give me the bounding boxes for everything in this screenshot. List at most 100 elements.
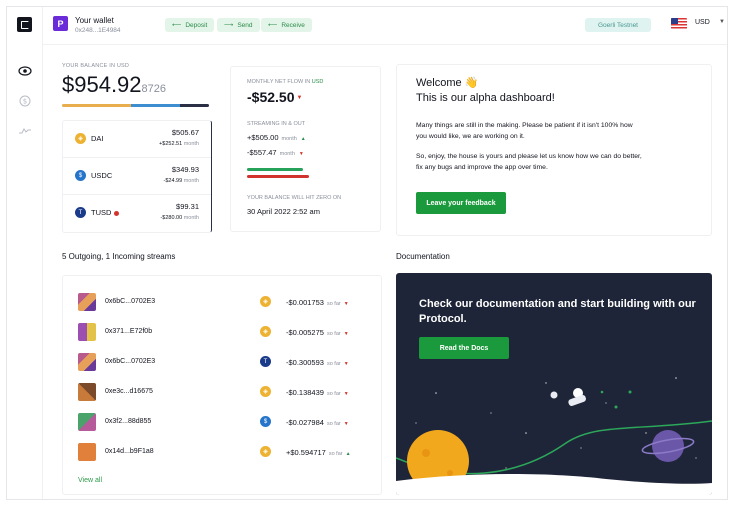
activity-icon[interactable]: [17, 123, 33, 139]
token-name-text: TUSD: [91, 208, 112, 217]
stream-amount-value: +$0.594717: [286, 448, 326, 457]
chevron-down-icon[interactable]: ▼: [719, 19, 725, 25]
dai-icon: ◈: [75, 133, 86, 144]
stream-amount-value: -$0.138439: [286, 388, 324, 397]
token-row[interactable]: $ USDC $349.93 -$24.99 month: [63, 158, 211, 195]
stream-amount-value: -$0.300593: [286, 358, 324, 367]
receive-button[interactable]: ⟵ Receive: [261, 18, 312, 32]
so-far-label: so far: [326, 361, 341, 367]
zero-balance-label: YOUR BALANCE WILL HIT ZERO ON: [247, 195, 342, 201]
balance-fraction: 8726: [141, 83, 167, 95]
streams-title: 5 Outgoing, 1 Incoming streams: [62, 252, 176, 261]
currency-selector[interactable]: USD: [695, 19, 710, 26]
docs-card: Check our documentation and start buildi…: [396, 273, 712, 495]
address-avatar: [78, 353, 96, 371]
arrow-left-icon: ⟵: [172, 22, 182, 29]
stream-amount: -$0.300593 so far ▼: [286, 358, 349, 367]
deposit-button[interactable]: ⟵ Deposit: [165, 18, 215, 32]
stream-in-amount: +$505.00: [247, 133, 279, 142]
stream-address: 0x14d...b9F1a8: [105, 448, 154, 455]
token-row[interactable]: ◈ DAI $505.67 +$252.51 month: [63, 121, 211, 158]
wallet-address: 0x248...1E4984: [75, 27, 121, 34]
token-flow: -$24.99 month: [164, 178, 199, 184]
stream-amount: -$0.138439 so far ▼: [286, 388, 349, 397]
down-arrow-icon: ▼: [298, 151, 304, 157]
token-value: $505.67: [171, 128, 199, 137]
so-far-label: so far: [326, 331, 341, 337]
stream-in-unit: month: [281, 136, 297, 142]
send-button[interactable]: ⟶ Send: [217, 18, 260, 32]
stream-row[interactable]: 0x14d...b9F1a8 ◈ +$0.594717 so far ▲: [63, 440, 381, 470]
token-flow-unit: month: [183, 215, 199, 221]
dai-icon: ◈: [260, 326, 271, 337]
superfluid-logo-icon[interactable]: [17, 17, 32, 32]
down-arrow-icon: ▼: [296, 95, 303, 102]
stream-amount-value: -$0.027984: [286, 418, 324, 427]
address-avatar: [78, 293, 96, 311]
send-label: Send: [237, 21, 253, 29]
streams-list: 0x6bC...0702E3 ◈ -$0.001753 so far ▼ 0x371…: [62, 275, 382, 495]
net-flow-currency: USD: [311, 79, 324, 85]
stream-amount: -$0.005275 so far ▼: [286, 328, 349, 337]
view-all-link[interactable]: View all: [78, 477, 102, 484]
token-flow: +$252.51 month: [159, 141, 199, 147]
balance-main: $954.92: [62, 72, 142, 97]
top-bar: P Your wallet 0x248...1E4984 ▼ ⟵ Deposit…: [43, 7, 727, 45]
stream-amount: +$0.594717 so far ▲: [286, 448, 351, 457]
so-far-label: so far: [326, 391, 341, 397]
token-flow-amount: +$252.51: [159, 141, 183, 147]
token-name: TUSD: [91, 208, 120, 217]
token-name: USDC: [91, 171, 113, 180]
stream-out-value: -$557.47 month ▼: [247, 148, 304, 157]
stream-amount-value: -$0.005275: [286, 328, 324, 337]
net-flow-amount: -$52.50: [247, 89, 295, 105]
warning-dot-icon: [114, 210, 120, 216]
eye-icon[interactable]: [17, 63, 33, 79]
sidebar: $: [7, 7, 43, 499]
so-far-label: so far: [328, 451, 343, 457]
welcome-card: Welcome 👋 This is our alpha dashboard! M…: [396, 64, 712, 236]
welcome-title-line2: This is our alpha dashboard!: [416, 92, 555, 104]
token-value: $349.93: [171, 165, 199, 174]
leave-feedback-button[interactable]: Leave your feedback: [416, 192, 506, 214]
balance-label: YOUR BALANCE IN USD: [62, 63, 130, 69]
deposit-label: Deposit: [185, 21, 208, 29]
welcome-title: Welcome 👋 This is our alpha dashboard!: [416, 76, 555, 106]
stream-row[interactable]: 0x3f2...88d855 $ -$0.027984 so far ▼: [63, 410, 381, 440]
read-the-docs-button[interactable]: Read the Docs: [419, 337, 509, 359]
token-row[interactable]: T TUSD $99.31 -$280.00 month: [63, 195, 211, 232]
stream-row[interactable]: 0x371...E72f0b ◈ -$0.005275 so far ▼: [63, 320, 381, 350]
wallet-title[interactable]: Your wallet: [75, 16, 114, 25]
stream-amount: -$0.027984 so far ▼: [286, 418, 349, 427]
streaming-label: STREAMING IN & OUT: [247, 121, 306, 127]
receive-label: Receive: [281, 21, 305, 29]
stream-address: 0xe3c...d16675: [105, 388, 153, 395]
stream-in-value: +$505.00 month ▲: [247, 133, 306, 142]
stream-address: 0x3f2...88d855: [105, 418, 152, 425]
net-flow-card: MONTHLY NET FLOW IN USD -$52.50 ▼ STREAMI…: [230, 66, 381, 232]
stream-row[interactable]: 0xe3c...d16675 ◈ -$0.138439 so far ▼: [63, 380, 381, 410]
welcome-paragraph: So, enjoy, the house is yours and please…: [416, 153, 642, 171]
down-arrow-icon: ▼: [343, 361, 349, 367]
wallet-avatar[interactable]: P: [53, 16, 68, 31]
arrow-left-icon: ⟵: [268, 22, 278, 29]
balance-bar-tusd: [179, 104, 209, 107]
down-arrow-icon: ▼: [343, 331, 349, 337]
stream-row[interactable]: 0x6bC...0702E3 T -$0.300593 so far ▼: [63, 350, 381, 380]
address-avatar: [78, 323, 96, 341]
docs-title: Documentation: [396, 252, 450, 261]
stream-amount: -$0.001753 so far ▼: [286, 298, 349, 307]
us-flag-icon: [671, 18, 687, 29]
coin-icon[interactable]: $: [17, 93, 33, 109]
network-badge[interactable]: Goerli Testnet: [585, 18, 651, 32]
astronaut: [550, 388, 586, 406]
down-arrow-icon: ▼: [343, 301, 349, 307]
address-avatar: [78, 413, 96, 431]
up-arrow-icon: ▲: [300, 136, 306, 142]
so-far-label: so far: [326, 421, 341, 427]
dai-icon: ◈: [260, 386, 271, 397]
stream-row[interactable]: 0x6bC...0702E3 ◈ -$0.001753 so far ▼: [63, 290, 381, 320]
balance-bar-dai: [62, 104, 132, 107]
down-arrow-icon: ▼: [343, 391, 349, 397]
token-flow-unit: month: [183, 178, 199, 184]
